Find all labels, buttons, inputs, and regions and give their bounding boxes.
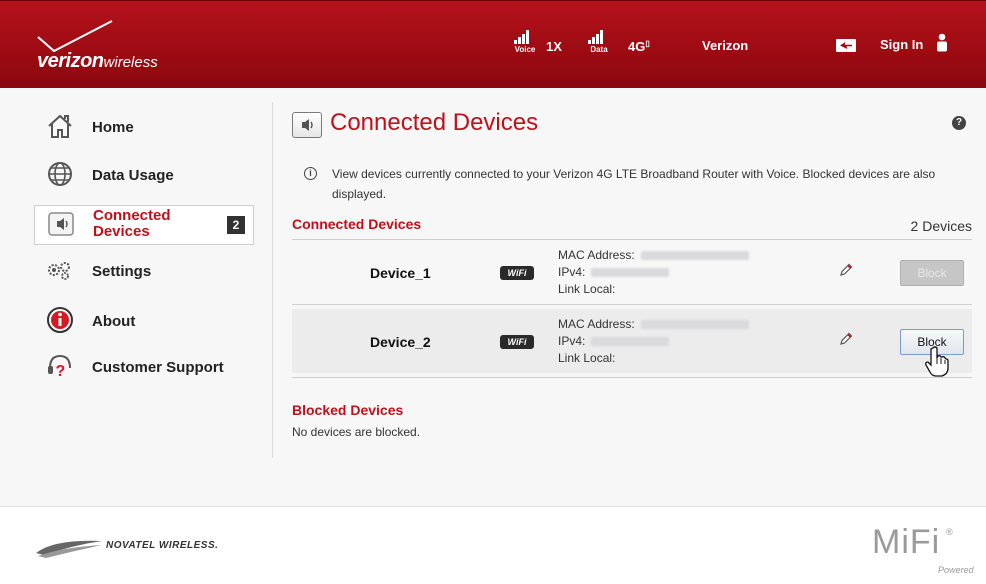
sidebar-item-label: Customer Support	[92, 359, 224, 376]
product-name: MiFi	[872, 523, 941, 561]
svg-text:?: ?	[56, 363, 66, 380]
blocked-devices-heading: Blocked Devices	[292, 402, 404, 418]
mac-value-redacted	[640, 320, 749, 330]
device-name: Device_1	[370, 265, 431, 281]
hand-cursor-icon	[925, 346, 949, 377]
ipv4-value-redacted	[591, 337, 670, 347]
brand-sub: wireless	[103, 54, 158, 71]
device-details: MAC Address: IPv4: Link Local:	[558, 316, 749, 367]
sidebar-item-customer-support[interactable]: ? Customer Support	[34, 348, 254, 388]
table-row: Device_2 WiFi MAC Address: IPv4: Link Lo…	[292, 309, 972, 373]
wifi-badge-icon: WiFi	[500, 266, 534, 280]
headset-icon: ?	[48, 354, 71, 380]
data-signal-icon: Data	[584, 30, 610, 60]
info-text: View devices currently connected to your…	[332, 167, 936, 201]
speaker-icon	[48, 212, 74, 236]
divider	[292, 304, 972, 305]
novatel-logo: NOVATEL WIRELESS.	[34, 533, 234, 561]
mac-label: MAC Address:	[558, 248, 635, 262]
link-local-label: Link Local:	[558, 282, 616, 296]
novatel-swoosh-icon	[36, 540, 102, 558]
voice-label: Voice	[514, 45, 536, 54]
top-header: verizonwireless Voice 1X Data 4G▯ Verizo…	[0, 0, 986, 88]
sign-in-link[interactable]: Sign In	[880, 37, 923, 52]
sidebar-item-home[interactable]: Home	[34, 108, 254, 148]
brand-main: verizon	[37, 50, 104, 72]
edit-pencil-icon[interactable]	[838, 331, 854, 347]
divider	[292, 377, 972, 378]
sidebar-item-label: Data Usage	[92, 167, 174, 184]
sidebar: Home Data Usage Connected Devices 2 Sett…	[0, 88, 272, 506]
device-name: Device_2	[370, 334, 431, 350]
gears-icon	[48, 262, 70, 280]
edit-pencil-icon[interactable]	[838, 262, 854, 278]
device-count-badge: 2	[227, 216, 245, 234]
lte-mark: ▯	[645, 39, 650, 48]
data-label: Data	[590, 45, 608, 54]
link-local-label: Link Local:	[558, 351, 616, 365]
info-icon	[47, 307, 73, 333]
sidebar-divider	[272, 102, 273, 458]
ipv4-label: IPv4:	[558, 334, 586, 348]
sidebar-item-data-usage[interactable]: Data Usage	[34, 156, 254, 196]
connected-devices-heading: Connected Devices	[292, 216, 422, 232]
sidebar-item-label: About	[92, 313, 136, 330]
block-button[interactable]: Block	[900, 260, 964, 286]
ipv4-label: IPv4:	[558, 265, 586, 279]
ipv4-value-redacted	[591, 268, 670, 278]
tech-4g: 4G▯	[628, 39, 650, 54]
verizon-check-icon	[37, 20, 113, 53]
globe-icon	[48, 162, 72, 186]
blocked-devices-message: No devices are blocked.	[292, 425, 421, 439]
sidebar-item-connected-devices[interactable]: Connected Devices 2	[34, 205, 254, 245]
sidebar-item-label: Connected Devices	[93, 207, 171, 240]
info-circle-icon: i	[304, 167, 317, 180]
registered-mark: ®	[946, 527, 953, 537]
mifi-logo: MiFi ® Powered	[872, 523, 974, 575]
voice-signal-icon: Voice	[510, 30, 536, 60]
page-speaker-icon	[292, 112, 322, 138]
verizon-logo: verizonwireless	[36, 19, 196, 79]
tech-4g-label: 4G	[628, 39, 646, 54]
sidebar-item-settings[interactable]: Settings	[34, 252, 254, 292]
tech-1x: 1X	[546, 39, 562, 54]
info-message: i View devices currently connected to yo…	[304, 164, 964, 204]
help-icon[interactable]: ?	[952, 116, 966, 130]
powered-label: Powered	[938, 565, 974, 575]
content-panel: Connected Devices ? i View devices curre…	[290, 88, 980, 506]
vendor-name: NOVATEL WIRELESS.	[106, 540, 219, 551]
footer: NOVATEL WIRELESS. MiFi ® Powered	[0, 506, 986, 584]
page-title: Connected Devices	[330, 109, 539, 136]
user-icon[interactable]	[935, 33, 949, 53]
mac-value-redacted	[640, 251, 749, 261]
wifi-badge-icon: WiFi	[500, 335, 534, 349]
carrier-name: Verizon	[702, 38, 749, 53]
charging-icon	[836, 39, 856, 52]
sidebar-item-about[interactable]: About	[34, 302, 254, 342]
sidebar-item-label: Settings	[92, 263, 152, 280]
main-area: Home Data Usage Connected Devices 2 Sett…	[0, 88, 986, 506]
table-row: Device_1 WiFi MAC Address: IPv4: Link Lo…	[292, 240, 972, 304]
mac-label: MAC Address:	[558, 317, 635, 331]
device-details: MAC Address: IPv4: Link Local:	[558, 247, 749, 298]
home-icon	[48, 114, 72, 138]
device-count: 2 Devices	[910, 218, 972, 234]
sidebar-item-label: Home	[92, 119, 134, 136]
